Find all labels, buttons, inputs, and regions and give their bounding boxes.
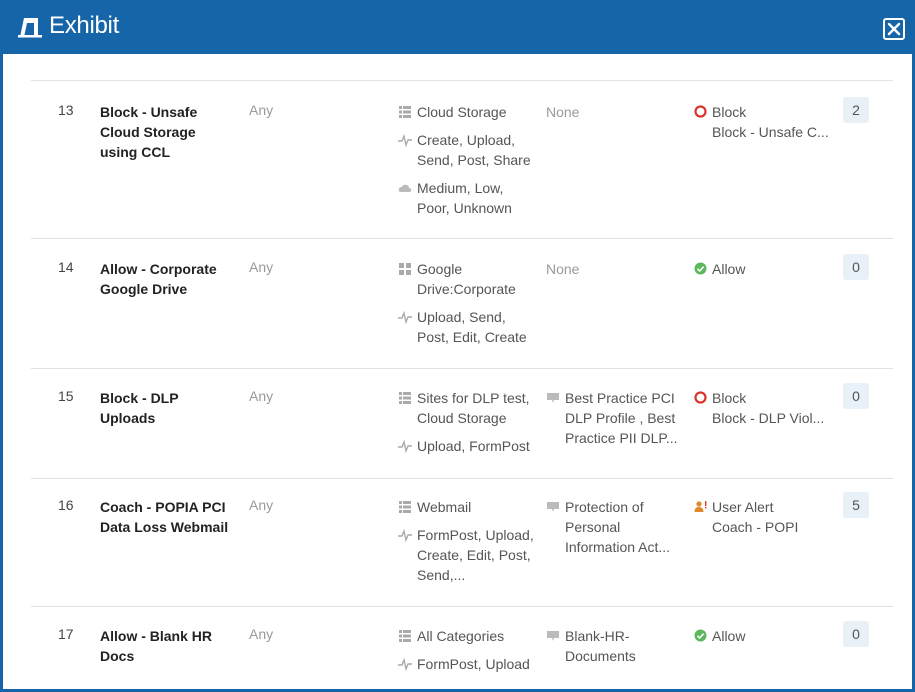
rule-name[interactable]: Block - Unsafe Cloud Storage using CCL bbox=[100, 102, 235, 162]
destination-activity: Upload, Send, Post, Edit, Create bbox=[398, 307, 538, 347]
hit-count-badge[interactable]: 0 bbox=[843, 254, 869, 280]
rule-profile: Protection of Personal Information Act..… bbox=[546, 497, 686, 557]
destination-text: Google Drive:Corporate bbox=[417, 261, 516, 297]
action-label: Block bbox=[712, 390, 747, 406]
close-icon[interactable] bbox=[882, 17, 906, 41]
destination-text: All Categories bbox=[417, 628, 505, 644]
destination-text: FormPost, Upload bbox=[417, 656, 530, 672]
title-bar: Exhibit bbox=[3, 0, 915, 54]
action-detail: Block - Unsafe C... bbox=[712, 124, 829, 140]
rule-profile: None bbox=[546, 104, 580, 120]
rule-source: Any bbox=[249, 626, 274, 642]
dlp-profile-icon bbox=[547, 631, 559, 641]
profile-text: Best Practice PCI DLP Profile , Best Pra… bbox=[565, 390, 678, 446]
action-label: Allow bbox=[712, 628, 746, 644]
table-row[interactable]: 14 Allow - Corporate Google Drive Any Go… bbox=[31, 254, 893, 369]
exhibit-logo-icon bbox=[18, 18, 42, 38]
category-list-icon bbox=[399, 630, 411, 642]
activity-icon bbox=[398, 528, 412, 542]
cloud-icon bbox=[398, 184, 412, 192]
block-icon bbox=[694, 391, 707, 404]
activity-icon bbox=[398, 133, 412, 147]
rule-source: Any bbox=[249, 102, 274, 118]
rule-source: Any bbox=[249, 388, 274, 404]
rule-destination: Sites for DLP test, Cloud Storage Upload… bbox=[398, 388, 538, 464]
rule-profile: Best Practice PCI DLP Profile , Best Pra… bbox=[546, 388, 686, 448]
rule-name[interactable]: Allow - Corporate Google Drive bbox=[100, 259, 235, 299]
destination-text: Medium, Low, Poor, Unknown bbox=[417, 180, 512, 216]
rule-name[interactable]: Block - DLP Uploads bbox=[100, 388, 235, 428]
category-list-icon bbox=[399, 392, 411, 404]
destination-activity: Create, Upload, Send, Post, Share bbox=[398, 130, 538, 170]
destination-category: Cloud Storage bbox=[398, 102, 538, 122]
destination-category: All Categories bbox=[398, 626, 538, 646]
policy-rule-list: 13 Block - Unsafe Cloud Storage using CC… bbox=[6, 54, 915, 692]
hit-count-badge[interactable]: 0 bbox=[843, 383, 869, 409]
action-detail: Block - DLP Viol... bbox=[712, 410, 825, 426]
activity-icon bbox=[398, 657, 412, 671]
rule-action: Block Block - Unsafe C... bbox=[694, 102, 844, 142]
destination-activity: Upload, FormPost bbox=[398, 436, 538, 456]
rule-number: 17 bbox=[58, 626, 74, 642]
rule-name[interactable]: Coach - POPIA PCI Data Loss Webmail bbox=[100, 497, 235, 537]
divider bbox=[31, 80, 893, 81]
destination-text: FormPost, Upload, Create, Edit, Post, Se… bbox=[417, 527, 534, 583]
action-label: User Alert bbox=[712, 499, 774, 515]
destination-activity: FormPost, Upload, Create, Edit, Post, Se… bbox=[398, 525, 538, 585]
rule-action: Allow bbox=[694, 259, 844, 279]
rule-number: 13 bbox=[58, 102, 74, 118]
dlp-profile-icon bbox=[547, 502, 559, 512]
destination-text: Sites for DLP test, Cloud Storage bbox=[417, 390, 530, 426]
rule-number: 16 bbox=[58, 497, 74, 513]
profile-text: Blank-HR-Documents bbox=[565, 628, 636, 664]
user-alert-icon bbox=[694, 501, 707, 512]
destination-category: Webmail bbox=[398, 497, 538, 517]
hit-count-badge[interactable]: 0 bbox=[843, 621, 869, 647]
destination-app: Google Drive:Corporate bbox=[398, 259, 538, 299]
destination-text: Upload, FormPost bbox=[417, 438, 530, 454]
rule-number: 14 bbox=[58, 259, 74, 275]
hit-count-badge[interactable]: 2 bbox=[843, 97, 869, 123]
rule-profile: Blank-HR-Documents bbox=[546, 626, 686, 666]
destination-category: Sites for DLP test, Cloud Storage bbox=[398, 388, 538, 428]
destination-text: Create, Upload, Send, Post, Share bbox=[417, 132, 531, 168]
profile-text: Protection of Personal Information Act..… bbox=[565, 499, 671, 555]
rule-profile: None bbox=[546, 261, 580, 277]
rule-number: 15 bbox=[58, 388, 74, 404]
block-icon bbox=[694, 105, 707, 118]
rule-destination: Cloud Storage Create, Upload, Send, Post… bbox=[398, 102, 538, 226]
allow-check-icon bbox=[694, 629, 707, 642]
table-row[interactable]: 13 Block - Unsafe Cloud Storage using CC… bbox=[31, 97, 893, 239]
hit-count-badge[interactable]: 5 bbox=[843, 492, 869, 518]
rule-source: Any bbox=[249, 497, 274, 513]
rule-action: Allow bbox=[694, 626, 844, 646]
rule-source: Any bbox=[249, 259, 274, 275]
table-row[interactable]: 15 Block - DLP Uploads Any Sites for DLP… bbox=[31, 383, 893, 479]
rule-destination: Webmail FormPost, Upload, Create, Edit, … bbox=[398, 497, 538, 593]
rule-destination: All Categories FormPost, Upload bbox=[398, 626, 538, 682]
rule-action: Block Block - DLP Viol... bbox=[694, 388, 844, 428]
destination-text: Cloud Storage bbox=[417, 104, 507, 120]
destination-risk: Medium, Low, Poor, Unknown bbox=[398, 178, 538, 218]
activity-icon bbox=[398, 310, 412, 324]
table-row[interactable]: 16 Coach - POPIA PCI Data Loss Webmail A… bbox=[31, 492, 893, 607]
destination-activity: FormPost, Upload bbox=[398, 654, 538, 674]
allow-check-icon bbox=[694, 262, 707, 275]
action-label: Block bbox=[712, 104, 747, 120]
window-title: Exhibit bbox=[49, 12, 119, 39]
app-grid-icon bbox=[399, 263, 411, 275]
table-row[interactable]: 17 Allow - Blank HR Docs Any All Categor… bbox=[31, 621, 893, 692]
category-list-icon bbox=[399, 106, 411, 118]
destination-text: Webmail bbox=[417, 499, 472, 515]
category-list-icon bbox=[399, 501, 411, 513]
action-detail: Coach - POPI bbox=[712, 519, 799, 535]
dlp-profile-icon bbox=[547, 393, 559, 403]
rule-destination: Google Drive:Corporate Upload, Send, Pos… bbox=[398, 259, 538, 355]
exhibit-window: Exhibit 13 Block - Unsafe Cloud Storage … bbox=[0, 0, 915, 692]
rule-action: User Alert Coach - POPI bbox=[694, 497, 844, 537]
action-label: Allow bbox=[712, 261, 746, 277]
activity-icon bbox=[398, 439, 412, 453]
rule-name[interactable]: Allow - Blank HR Docs bbox=[100, 626, 235, 666]
destination-text: Upload, Send, Post, Edit, Create bbox=[417, 309, 527, 345]
